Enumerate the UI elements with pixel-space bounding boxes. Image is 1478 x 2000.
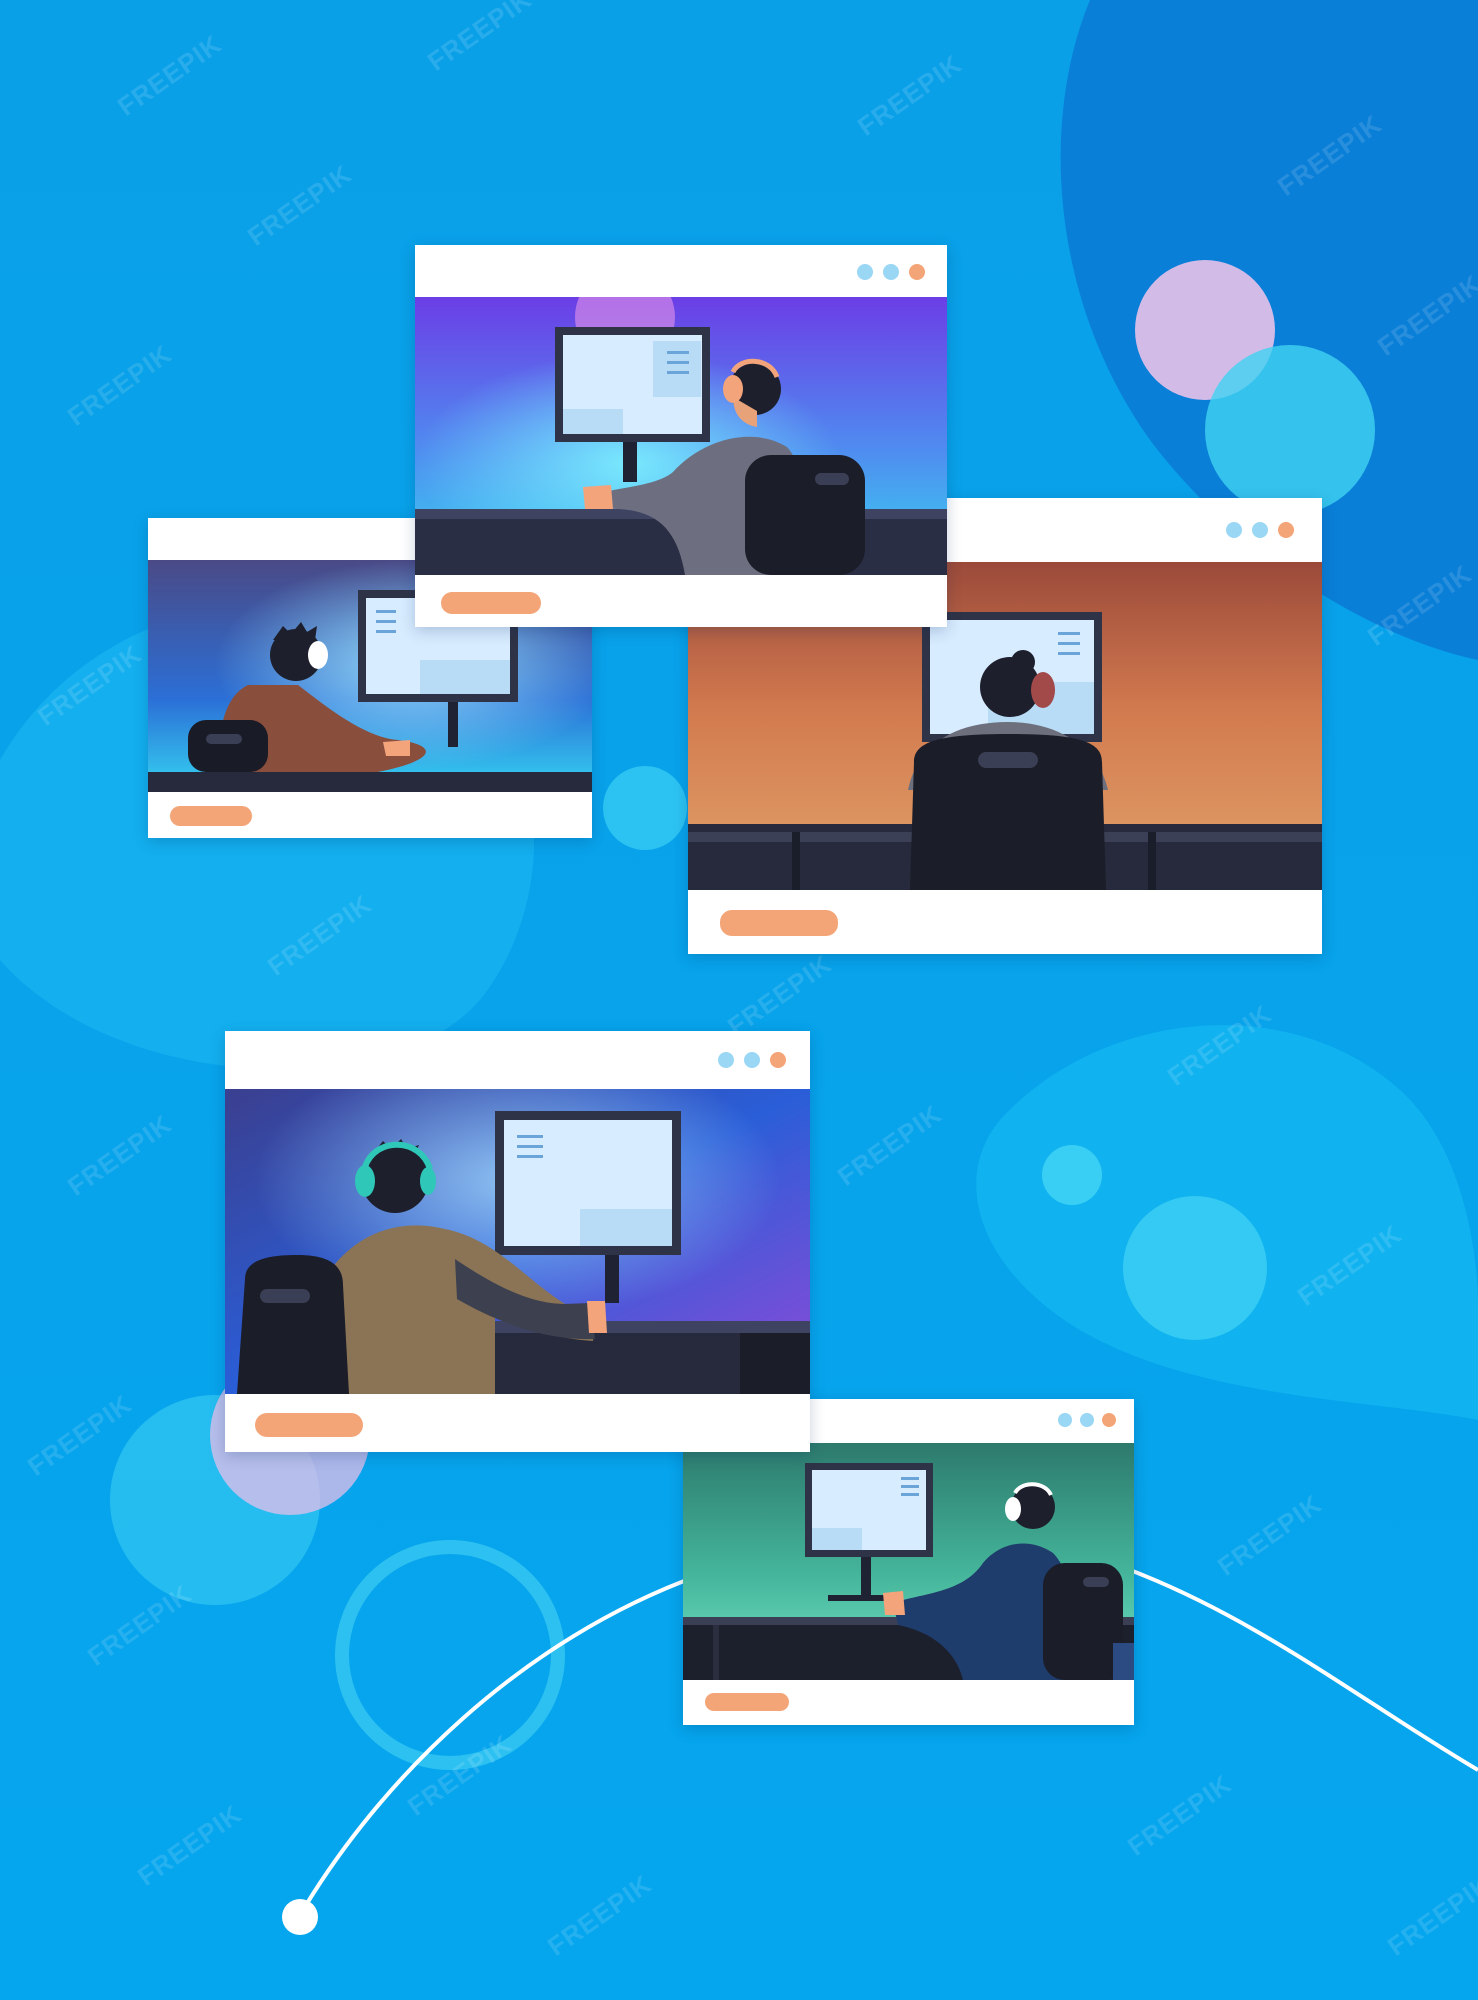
- headset-cup: [723, 375, 743, 403]
- desk-divider: [1148, 832, 1156, 890]
- gamer-scene-purple: [415, 297, 947, 575]
- gamer-hand: [587, 1301, 607, 1333]
- monitor-text-line: [376, 630, 396, 633]
- chair-highlight: [978, 752, 1038, 768]
- monitor-window-panel: [563, 409, 623, 434]
- monitor-window-panel: [420, 660, 510, 694]
- chair-back: [745, 455, 865, 575]
- monitor-text-line: [901, 1493, 919, 1496]
- progress-pill: [255, 1413, 363, 1437]
- chair-back: [188, 720, 268, 772]
- gamer-hair-bun: [1011, 650, 1035, 674]
- window-dot[interactable]: [1252, 522, 1268, 538]
- headset-cup: [355, 1165, 375, 1197]
- monitor-stand: [605, 1255, 619, 1303]
- gamer-hand: [383, 740, 410, 756]
- monitor-text-line: [517, 1145, 543, 1148]
- window-dot[interactable]: [770, 1052, 786, 1068]
- monitor-text-line: [517, 1135, 543, 1138]
- window-dot[interactable]: [1278, 522, 1294, 538]
- monitor-text-line: [517, 1155, 543, 1158]
- monitor-text-line: [667, 371, 689, 374]
- progress-pill: [170, 806, 252, 826]
- chair-highlight: [206, 734, 242, 744]
- monitor-text-line: [1058, 642, 1080, 645]
- progress-pill: [441, 592, 541, 614]
- window-dot[interactable]: [1080, 1413, 1094, 1427]
- window-dot[interactable]: [857, 264, 873, 280]
- window-controls: [1058, 1413, 1116, 1427]
- progress-pill: [705, 1693, 789, 1711]
- progress-pill: [720, 910, 838, 936]
- curve-end-node: [282, 1899, 318, 1935]
- window-dot[interactable]: [909, 264, 925, 280]
- window-controls: [718, 1052, 786, 1068]
- illustration-canvas: FREEPIK FREEPIK FREEPIK FREEPIK FREEPIK …: [0, 0, 1478, 2000]
- headset-cup: [420, 1167, 436, 1195]
- cyan-bubble-right: [1123, 1196, 1267, 1340]
- browser-window-lower-left: [225, 1031, 810, 1452]
- window-viewport: [415, 297, 947, 575]
- cyan-bubble-small: [1042, 1145, 1102, 1205]
- chair-back: [1043, 1563, 1123, 1680]
- window-dot[interactable]: [1058, 1413, 1072, 1427]
- monitor-text-line: [667, 361, 689, 364]
- monitor-text-line: [1058, 632, 1080, 635]
- monitor-window-panel: [812, 1528, 862, 1550]
- chair-highlight: [815, 473, 849, 485]
- monitor-text-line: [901, 1477, 919, 1480]
- gamer-scene-dark-blue: [225, 1089, 810, 1394]
- window-dot[interactable]: [1102, 1413, 1116, 1427]
- side-shelf: [1113, 1643, 1134, 1680]
- window-viewport: [225, 1089, 810, 1394]
- headset-cup: [1005, 1497, 1021, 1521]
- monitor-text-line: [901, 1485, 919, 1488]
- window-dot[interactable]: [883, 264, 899, 280]
- gamer-hand: [583, 485, 613, 509]
- desk-divider: [713, 1625, 719, 1680]
- monitor-window-panel: [580, 1209, 672, 1246]
- headset-cup: [1031, 672, 1055, 708]
- desk-drawer: [740, 1333, 810, 1394]
- monitor-text-line: [376, 610, 396, 613]
- window-dot[interactable]: [1226, 522, 1242, 538]
- window-viewport: [683, 1443, 1134, 1680]
- chair-highlight: [260, 1289, 310, 1303]
- window-dot[interactable]: [744, 1052, 760, 1068]
- monitor-text-line: [667, 351, 689, 354]
- gamer-scene-teal: [683, 1443, 1134, 1680]
- window-controls: [857, 264, 925, 280]
- monitor-stand: [623, 442, 637, 482]
- monitor-stand: [448, 702, 458, 747]
- headset-cup: [308, 641, 328, 669]
- gamer-hand: [883, 1591, 905, 1615]
- cyan-bubble-mid: [603, 766, 687, 850]
- chair-highlight: [1083, 1577, 1109, 1587]
- desk-divider: [792, 832, 800, 890]
- monitor-stand: [861, 1557, 871, 1597]
- cyan-bubble-top: [1205, 345, 1375, 515]
- monitor-text-line: [1058, 652, 1080, 655]
- monitor-window-panel: [653, 341, 701, 397]
- window-dot[interactable]: [718, 1052, 734, 1068]
- desk: [148, 772, 592, 792]
- window-controls: [1226, 522, 1294, 538]
- monitor-text-line: [376, 620, 396, 623]
- browser-window-top: [415, 245, 947, 627]
- chair-back: [237, 1255, 349, 1394]
